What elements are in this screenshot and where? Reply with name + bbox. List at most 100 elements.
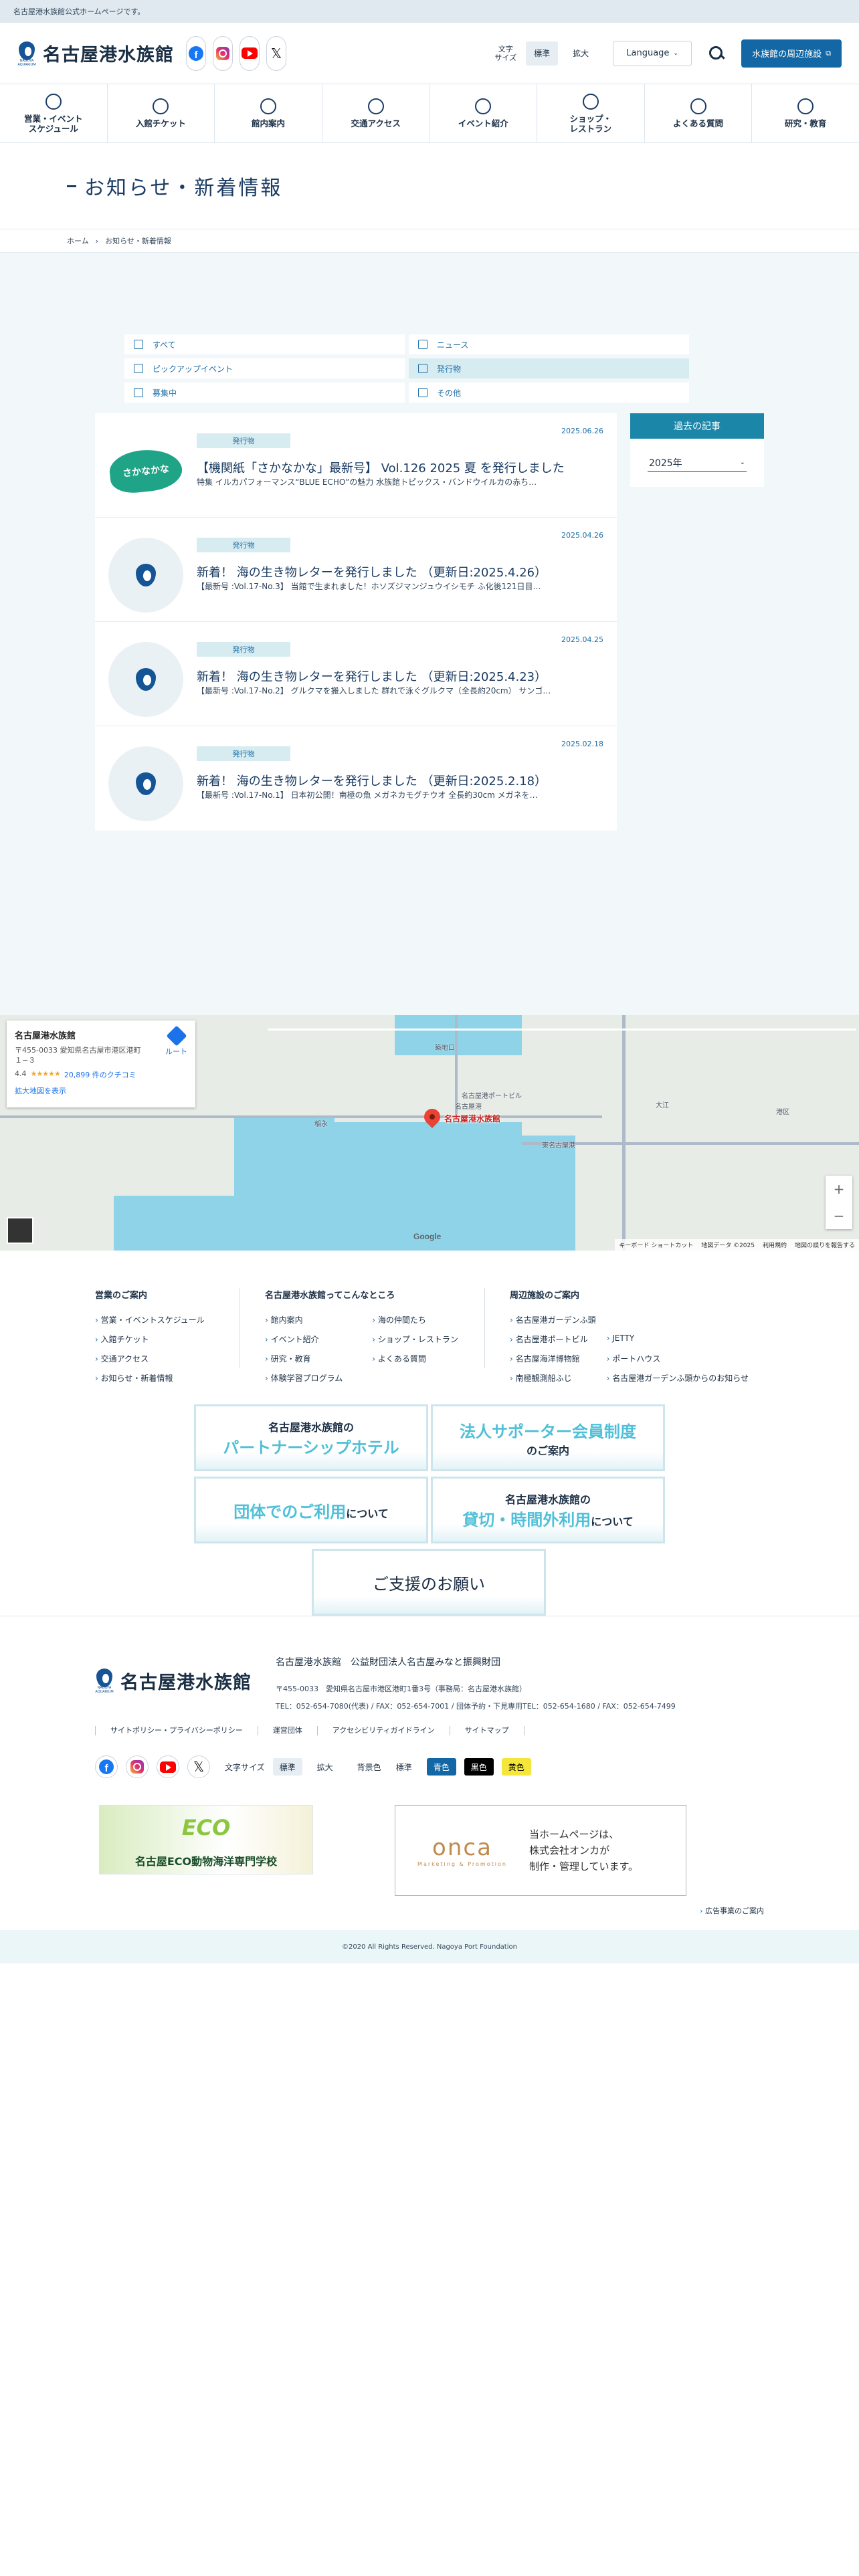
policy-link[interactable]: 運営団体: [258, 1726, 318, 1735]
instagram-link[interactable]: [213, 35, 233, 71]
gnav-item-2[interactable]: 館内案内: [215, 84, 322, 142]
x-link[interactable]: 𝕏: [187, 1755, 210, 1778]
news-item[interactable]: 2025.04.26 発行物 新着！ 海の生き物レターを発行しました （更新日:20…: [95, 518, 617, 622]
category-tab-1[interactable]: ニュース: [409, 334, 689, 354]
google-map[interactable]: 名古屋港 築地口 稲永 大江 港区 名古屋港ポートビル 東名古屋港 名古屋港水族…: [0, 1015, 859, 1251]
news-item[interactable]: さかなかな 2025.06.26 発行物 【機関紙「さかなかな」最新号】 Vol.12…: [95, 413, 617, 518]
eco-school-banner[interactable]: ECO 名古屋ECO動物海洋専門学校: [99, 1805, 313, 1874]
footer-link[interactable]: 海の仲間たち: [372, 1314, 458, 1333]
map-label: 稲永: [314, 1121, 328, 1128]
policy-link[interactable]: アクセシビリティガイドライン: [318, 1726, 450, 1735]
footer-link[interactable]: よくある質問: [372, 1353, 458, 1372]
instagram-link[interactable]: [126, 1755, 149, 1778]
onca-logo: onca Marketing & Promotion: [417, 1834, 507, 1867]
font-large-button[interactable]: 拡大: [565, 41, 597, 66]
gnav-item-4[interactable]: イベント紹介: [430, 84, 538, 142]
category-icon: [134, 388, 143, 397]
footer-link[interactable]: 名古屋港ガーデンふ頭: [510, 1314, 596, 1333]
bg-yellow-button[interactable]: 黄色: [501, 1758, 531, 1776]
footer-link[interactable]: 体験学習プログラム: [265, 1372, 343, 1392]
partnership-hotel-banner[interactable]: 名古屋港水族館の パートナーシップホテル: [194, 1404, 428, 1471]
corporate-supporter-banner[interactable]: 法人サポーター会員制度 のご案内: [431, 1404, 665, 1471]
support-request-banner[interactable]: ご支援のお願い: [312, 1549, 546, 1616]
footer-link[interactable]: ショップ・レストラン: [372, 1333, 458, 1353]
breadcrumb-current: お知らせ・新着情報: [105, 237, 171, 245]
footer-link[interactable]: 名古屋港ガーデンふ頭からのお知らせ: [607, 1372, 749, 1392]
footer-link[interactable]: 館内案内: [265, 1314, 343, 1333]
nearby-facilities-button[interactable]: 水族館の周辺施設 ⧉: [741, 39, 842, 68]
gnav-item-1[interactable]: 入館チケット: [108, 84, 215, 142]
gnav-item-6[interactable]: よくある質問: [645, 84, 753, 142]
onca-banner[interactable]: onca Marketing & Promotion 当ホームページは、 株式会…: [395, 1805, 686, 1896]
news-date: 2025.06.26: [561, 427, 603, 435]
aquarium-logo-icon: [136, 668, 156, 691]
footer-link[interactable]: 営業・イベントスケジュール: [95, 1314, 205, 1333]
bg-standard-button[interactable]: 標準: [389, 1758, 419, 1776]
footer-logo[interactable]: NAGOYA AQUARIUM 名古屋港水族館: [95, 1667, 252, 1694]
category-tab-3[interactable]: 発行物: [409, 358, 689, 379]
font-standard-button[interactable]: 標準: [526, 41, 559, 66]
zoom-in-button[interactable]: +: [834, 1181, 845, 1197]
category-icon: [418, 388, 427, 397]
page: 名古屋港水族館公式ホームページです。 NAGOYA AQUARIUM 名古屋港水…: [0, 0, 859, 2576]
news-title: 新着！ 海の生き物レターを発行しました （更新日:2025.4.26）: [197, 566, 547, 580]
category-tab-5[interactable]: その他: [409, 383, 689, 403]
zoom-out-button[interactable]: −: [834, 1208, 845, 1224]
street-view-icon[interactable]: [7, 1217, 33, 1244]
map-label: 築地口: [435, 1045, 455, 1052]
breadcrumb-home[interactable]: ホーム: [67, 235, 89, 246]
footer-font-standard[interactable]: 標準: [272, 1758, 302, 1776]
footer-font-size-label: 文字サイズ: [225, 1762, 265, 1772]
gnav-item-5[interactable]: ショップ・ レストラン: [537, 84, 645, 142]
news-item[interactable]: 2025.02.18 発行物 新着！ 海の生き物レターを発行しました （更新日:20…: [95, 726, 617, 831]
ad-info-link[interactable]: 広告事業のご案内: [700, 1905, 764, 1916]
gnav-label: よくある質問: [673, 118, 724, 128]
gnav-item-3[interactable]: 交通アクセス: [322, 84, 430, 142]
font-size-label: 文字 サイズ: [494, 44, 517, 62]
map-bigger-link[interactable]: 拡大地図を表示: [15, 1085, 187, 1096]
private-rental-banner[interactable]: 名古屋港水族館の 貸切・時間外利用について: [431, 1477, 665, 1543]
footer-col-business: 営業のご案内 営業・イベントスケジュール入館チケット交通アクセスお知らせ・新着情…: [95, 1288, 205, 1392]
footer-link[interactable]: 名古屋海洋博物館: [510, 1353, 596, 1372]
policy-link[interactable]: サイトマップ: [450, 1726, 524, 1735]
footer-link[interactable]: 南極観測船ふじ: [510, 1372, 596, 1392]
map-route-button[interactable]: ルート: [165, 1025, 187, 1057]
facebook-link[interactable]: f: [186, 35, 206, 71]
policy-link[interactable]: サイトポリシー・プライバシーポリシー: [95, 1726, 258, 1735]
news-item[interactable]: 2025.04.25 発行物 新着！ 海の生き物レターを発行しました （更新日:20…: [95, 622, 617, 726]
facebook-link[interactable]: f: [95, 1755, 118, 1778]
gnav-item-0[interactable]: 営業・イベント スケジュール: [0, 84, 108, 142]
map-stars: ★★★★★: [30, 1069, 61, 1078]
footer-link[interactable]: 名古屋港ポートビル: [510, 1333, 596, 1353]
footer-link[interactable]: JETTY: [607, 1333, 749, 1353]
map-reviews-link[interactable]: 20,899 件のクチコミ: [64, 1069, 136, 1080]
site-logo[interactable]: NAGOYA AQUARIUM 名古屋港水族館: [17, 40, 174, 67]
category-tab-4[interactable]: 募集中: [124, 383, 405, 403]
youtube-link[interactable]: [157, 1755, 179, 1778]
gnav-item-7[interactable]: 研究・教育: [752, 84, 859, 142]
footer-link[interactable]: 研究・教育: [265, 1353, 343, 1372]
archive-year: 2025年: [649, 457, 682, 469]
x-link[interactable]: 𝕏: [266, 35, 286, 71]
footer-link[interactable]: ポートハウス: [607, 1353, 749, 1372]
archive-year-select[interactable]: 2025年 ⌄: [648, 453, 747, 472]
search-icon[interactable]: [708, 45, 725, 62]
youtube-link[interactable]: [240, 35, 260, 71]
map-place-card: 名古屋港水族館 〒455-0033 愛知県名古屋市港区港町１−３ 4.4 ★★★…: [7, 1021, 195, 1107]
bg-blue-button[interactable]: 青色: [426, 1758, 456, 1776]
clock-icon: [45, 93, 62, 110]
category-tab-0[interactable]: すべて: [124, 334, 405, 354]
footer-link[interactable]: 入館チケット: [95, 1333, 205, 1353]
page-title-area: お知らせ・新着情報: [0, 143, 859, 229]
google-logo: Google: [413, 1232, 442, 1241]
footer-link[interactable]: イベント紹介: [265, 1333, 343, 1353]
group-use-banner[interactable]: 団体でのご利用について: [194, 1477, 428, 1543]
category-icon: [418, 364, 427, 373]
footer-policy-links: サイトポリシー・プライバシーポリシー 運営団体 アクセシビリティガイドライン サイトマ…: [95, 1726, 524, 1735]
bg-black-button[interactable]: 黒色: [464, 1758, 494, 1776]
footer-link[interactable]: 交通アクセス: [95, 1353, 205, 1372]
footer-font-large[interactable]: 拡大: [310, 1758, 340, 1776]
language-select[interactable]: Language ⌄: [613, 40, 692, 66]
category-tab-2[interactable]: ピックアップイベント: [124, 358, 405, 379]
footer-link[interactable]: お知らせ・新着情報: [95, 1372, 205, 1392]
